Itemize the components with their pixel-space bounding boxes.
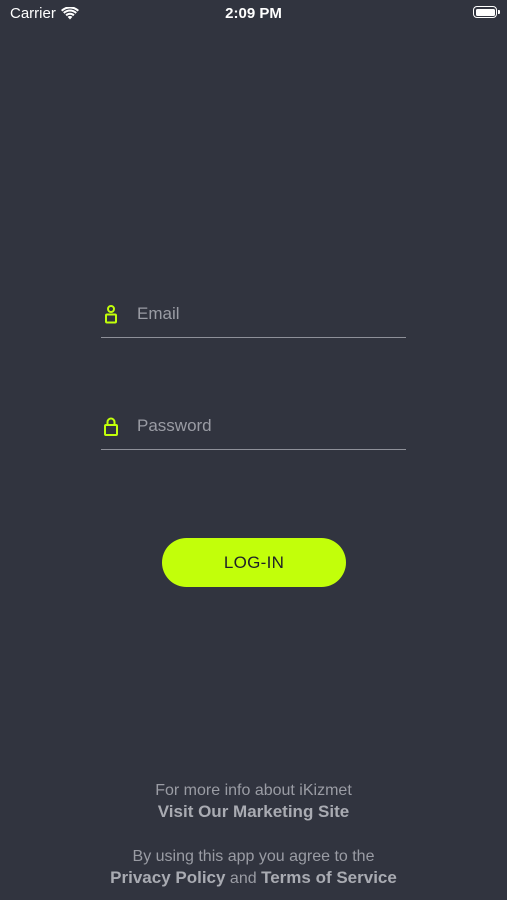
status-time: 2:09 PM xyxy=(225,5,282,22)
status-bar: Carrier 2:09 PM xyxy=(0,0,507,28)
password-input[interactable] xyxy=(137,410,397,442)
battery-level xyxy=(475,8,495,16)
email-input[interactable] xyxy=(137,298,397,330)
login-button[interactable]: LOG-IN xyxy=(162,538,346,587)
password-field[interactable] xyxy=(101,410,406,450)
marketing-site-link[interactable]: Visit Our Marketing Site xyxy=(158,802,349,821)
email-field[interactable] xyxy=(101,298,406,338)
legal-footer: By using this app you agree to the Priva… xyxy=(0,846,507,889)
legal-links: Privacy Policy and Terms of Service xyxy=(0,867,507,889)
user-icon xyxy=(105,305,117,324)
terms-of-service-link[interactable]: Terms of Service xyxy=(261,868,397,887)
marketing-footer: For more info about iKizmet Visit Our Ma… xyxy=(0,780,507,823)
lock-icon xyxy=(104,417,118,436)
legal-text: By using this app you agree to the xyxy=(132,848,375,865)
battery-icon xyxy=(473,6,500,18)
and-text: and xyxy=(229,870,257,887)
marketing-text: For more info about iKizmet xyxy=(155,782,352,799)
privacy-policy-link[interactable]: Privacy Policy xyxy=(110,868,225,887)
